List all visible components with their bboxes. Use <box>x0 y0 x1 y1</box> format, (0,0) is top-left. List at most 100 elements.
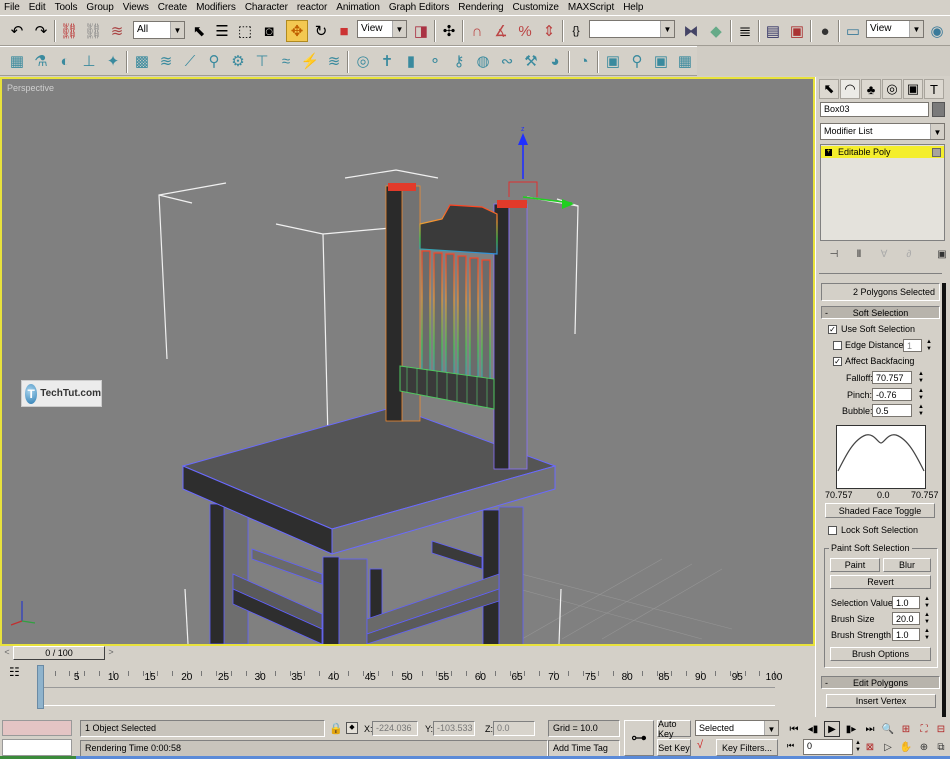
previous-frame-icon[interactable]: ◂▮ <box>805 721 821 737</box>
zoom-region-icon[interactable]: ⚲ <box>626 50 648 72</box>
edit-polygons-rollout[interactable]: - Edit Polygons <box>821 676 940 689</box>
z-coordinate-field[interactable]: 0.0 <box>493 721 535 736</box>
tab-create-icon[interactable]: ⬉ <box>819 79 839 99</box>
physique-icon[interactable]: ✝ <box>376 50 398 72</box>
wind-icon[interactable]: ≈ <box>275 50 297 72</box>
layer-manager-icon[interactable]: ≣ <box>734 20 756 42</box>
expand-icon[interactable]: + <box>825 148 832 156</box>
menu-modifiers[interactable]: Modifiers <box>196 2 236 13</box>
zoom-extents-all-icon[interactable]: ⊟ <box>933 721 949 737</box>
insert-vertex-button[interactable]: Insert Vertex <box>826 694 936 708</box>
next-frame-button[interactable]: > <box>106 647 116 660</box>
make-unique-icon[interactable]: ∀ <box>876 249 892 263</box>
zoom-all-icon[interactable]: ⊞ <box>898 721 914 737</box>
lock-soft-selection-checkbox[interactable] <box>828 526 837 535</box>
snaps-toggle-icon[interactable]: ∩ <box>466 20 488 42</box>
spacewarp-icon[interactable]: ⊤ <box>251 50 273 72</box>
key-filters-button[interactable]: Key Filters... <box>716 739 778 756</box>
tab-hierarchy-icon[interactable]: ♣ <box>861 79 881 99</box>
menu-views[interactable]: Views <box>123 2 149 13</box>
brush-strength-spinner[interactable]: ▲ ▼ <box>923 628 931 642</box>
percent-snap-icon[interactable]: % <box>514 20 536 42</box>
falloff-input[interactable]: 70.757 <box>872 371 912 384</box>
go-to-start-icon[interactable]: ⏮ <box>786 721 802 737</box>
soft-selection-rollout[interactable]: - Soft Selection <box>821 306 940 319</box>
falloff-spinner[interactable]: ▲ ▼ <box>917 371 925 385</box>
auto-key-button[interactable]: Auto Key <box>657 719 691 739</box>
object-name-field[interactable]: Box03 <box>820 102 929 117</box>
biped-icon[interactable]: ◎ <box>352 50 374 72</box>
systems-icon[interactable]: ▦ <box>6 50 28 72</box>
gear-icon[interactable]: ⚙ <box>227 50 249 72</box>
select-and-link-icon[interactable]: ⛓ <box>58 20 80 42</box>
current-frame-marker[interactable] <box>37 665 44 709</box>
paint-button[interactable]: Paint <box>830 558 880 572</box>
morph-icon[interactable]: ⚬ <box>424 50 446 72</box>
constraint-icon[interactable]: ⚷ <box>448 50 470 72</box>
wheel-icon[interactable]: ◍ <box>472 50 494 72</box>
select-and-rotate-icon[interactable]: ↻ <box>310 20 332 42</box>
menu-graph-editors[interactable]: Graph Editors <box>389 2 450 13</box>
render-region-icon[interactable]: ▣ <box>650 50 672 72</box>
menu-help[interactable]: Help <box>623 2 643 13</box>
checker-icon[interactable]: ▩ <box>131 50 153 72</box>
tab-motion-icon[interactable]: ◎ <box>882 79 902 99</box>
remove-modifier-icon[interactable]: ∂ <box>901 249 917 263</box>
play-icon[interactable]: ▶ <box>824 721 840 737</box>
render-type-dropdown[interactable]: View ▼ <box>866 20 924 38</box>
stack-icon[interactable]: ≋ <box>155 50 177 72</box>
edit-named-selection-icon[interactable]: {} <box>565 20 587 42</box>
menu-create[interactable]: Create <box>158 2 188 13</box>
angle-snap-icon[interactable]: ∡ <box>490 20 512 42</box>
current-frame-field[interactable]: 0 <box>803 739 853 755</box>
undo-icon[interactable]: ↶ <box>6 20 28 42</box>
object-color-swatch[interactable] <box>932 102 945 117</box>
render-scene-icon[interactable]: ▭ <box>842 20 864 42</box>
selection-value-input[interactable]: 1.0 <box>892 596 920 609</box>
mirror-icon[interactable]: ⧓ <box>680 20 702 42</box>
y-coordinate-field[interactable]: -103.533 <box>433 721 475 736</box>
maxscript-listener-mini[interactable] <box>2 720 72 736</box>
revert-button[interactable]: Revert <box>830 575 931 589</box>
stack-item-editable-poly[interactable]: + Editable Poly <box>821 146 944 158</box>
skin-icon[interactable]: ▮ <box>400 50 422 72</box>
rectangular-selection-region-icon[interactable]: ⬚ <box>234 20 256 42</box>
pan-icon[interactable]: ✋ <box>898 739 914 755</box>
orbit-icon[interactable]: ⊕ <box>916 739 932 755</box>
hair-icon[interactable]: ◕ <box>544 50 566 72</box>
maximize-viewport-icon[interactable]: ⧉ <box>933 739 949 755</box>
window-crossing-icon[interactable]: ◙ <box>258 20 280 42</box>
pinch-input[interactable]: -0.76 <box>872 388 912 401</box>
trackbar[interactable]: ☷ 05101520253035404550556065707580859095… <box>0 661 815 711</box>
set-key-button[interactable]: Set Key <box>657 739 691 756</box>
ik-icon[interactable]: ⚲ <box>203 50 225 72</box>
key-mode-toggle-icon[interactable]: ⏮ <box>787 741 794 751</box>
menu-maxscript[interactable]: MAXScript <box>568 2 614 13</box>
bubble-input[interactable]: 0.5 <box>872 404 912 417</box>
select-object-icon[interactable]: ⬉ <box>188 20 210 42</box>
cloth-icon[interactable]: ⚒ <box>520 50 542 72</box>
configure-modifier-sets-icon[interactable]: ▣ <box>934 249 950 263</box>
tab-utilities-icon[interactable]: T <box>924 79 944 99</box>
go-to-end-icon[interactable]: ⏭ <box>862 721 878 737</box>
selection-value-spinner[interactable]: ▲ ▼ <box>923 596 931 610</box>
shapes-icon[interactable]: ◐ <box>54 50 76 72</box>
render-frame-icon[interactable]: ▣ <box>602 50 624 72</box>
select-and-manipulate-icon[interactable]: ✣ <box>438 20 460 42</box>
material-editor-icon[interactable]: ● <box>814 20 836 42</box>
edge-distance-checkbox[interactable] <box>833 341 842 350</box>
time-config-icon[interactable]: ⊠ <box>862 739 878 755</box>
stack-toggle-icon[interactable] <box>932 147 941 157</box>
bubble-spinner[interactable]: ▲ ▼ <box>917 404 925 418</box>
select-and-move-icon[interactable]: ✥ <box>286 20 308 42</box>
quick-render-icon[interactable]: ◉ <box>926 20 948 42</box>
x-coordinate-field[interactable]: -224.036 <box>372 721 418 736</box>
menu-edit[interactable]: Edit <box>29 2 46 13</box>
menu-character[interactable]: Character <box>245 2 288 13</box>
brush-strength-input[interactable]: 1.0 <box>892 628 920 641</box>
default-tangent-icon[interactable]: √ <box>697 739 711 755</box>
affect-backfacing-checkbox[interactable]: ✓ <box>833 357 842 366</box>
use-soft-selection-checkbox[interactable]: ✓ <box>828 325 837 334</box>
selection-filter-dropdown[interactable]: All ▼ <box>133 21 185 39</box>
menu-file[interactable]: File <box>4 2 20 13</box>
